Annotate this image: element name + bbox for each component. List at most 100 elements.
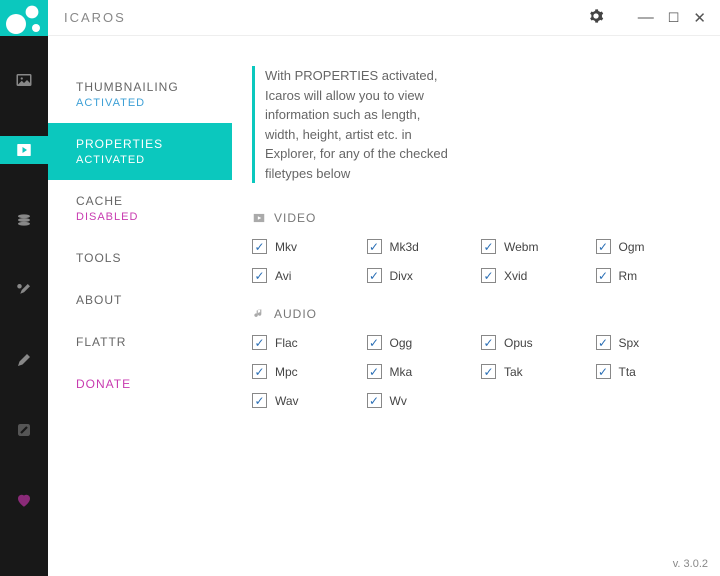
app-title: ICAROS xyxy=(64,10,588,25)
app-logo xyxy=(0,0,48,36)
check-icon: ✓ xyxy=(367,268,382,283)
check-icon: ✓ xyxy=(252,335,267,350)
checkbox-label: Wav xyxy=(275,394,299,408)
video-grid: ✓Mkv✓Mk3d✓Webm✓Ogm✓Avi✓Divx✓Xvid✓Rm xyxy=(252,239,700,283)
checkbox-label: Rm xyxy=(619,269,638,283)
stack-icon xyxy=(15,211,33,229)
description-block: With PROPERTIES activated, Icaros will a… xyxy=(252,66,700,183)
check-icon: ✓ xyxy=(596,364,611,379)
nav-label: THUMBNAILING xyxy=(76,80,179,94)
checkbox-mk3d[interactable]: ✓Mk3d xyxy=(367,239,472,254)
nav-thumbnailing[interactable]: THUMBNAILING ACTIVATED xyxy=(48,66,232,123)
heart-icon xyxy=(15,491,33,509)
main: THUMBNAILING ACTIVATED PROPERTIES ACTIVA… xyxy=(0,36,720,576)
check-icon: ✓ xyxy=(596,239,611,254)
rail-donate[interactable] xyxy=(0,486,48,514)
checkbox-label: Mpc xyxy=(275,365,298,379)
nav-status: ACTIVATED xyxy=(76,154,232,166)
checkbox-mka[interactable]: ✓Mka xyxy=(367,364,472,379)
nav-label: ABOUT xyxy=(76,293,122,307)
audio-grid: ✓ Flac ✓ Ogg ✓Opus ✓ Spx ✓ Mpc ✓Mka ✓Tak ✓ Tta ✓ Wav ✓ W… xyxy=(252,335,700,408)
nav-flattr[interactable]: FLATTR xyxy=(48,321,232,363)
check-icon: ✓ xyxy=(252,364,267,379)
check-icon: ✓ xyxy=(252,393,267,408)
sidebar-nav: THUMBNAILING ACTIVATED PROPERTIES ACTIVA… xyxy=(48,36,232,576)
checkbox-opus[interactable]: ✓Opus xyxy=(481,335,586,350)
checkbox-label: Ogg xyxy=(390,336,413,350)
checkbox-label: Ogm xyxy=(619,240,645,254)
icon-rail xyxy=(0,36,48,576)
play-icon xyxy=(15,141,33,159)
description-text: With PROPERTIES activated, Icaros will a… xyxy=(265,66,455,183)
checkbox-avi[interactable]: ✓ Avi xyxy=(252,268,357,283)
nav-label: DONATE xyxy=(76,377,131,391)
checkbox-label: Divx xyxy=(390,269,413,283)
check-icon: ✓ xyxy=(367,393,382,408)
nav-label: TOOLS xyxy=(76,251,121,265)
close-button[interactable]: ✕ xyxy=(693,9,706,27)
maximize-button[interactable]: ☐ xyxy=(668,10,680,26)
checkbox-ogg[interactable]: ✓ Ogg xyxy=(367,335,472,350)
section-title: AUDIO xyxy=(274,307,317,321)
checkbox-label: Xvid xyxy=(504,269,527,283)
check-icon: ✓ xyxy=(481,268,496,283)
check-icon: ✓ xyxy=(252,239,267,254)
checkbox-wav[interactable]: ✓ Wav xyxy=(252,393,357,408)
nav-donate[interactable]: DONATE xyxy=(48,363,232,405)
rail-cache[interactable] xyxy=(0,206,48,234)
checkbox-tta[interactable]: ✓ Tta xyxy=(596,364,701,379)
nav-cache[interactable]: CACHE DISABLED xyxy=(48,180,232,237)
section-audio-head: AUDIO xyxy=(252,307,700,321)
check-icon: ✓ xyxy=(596,335,611,350)
audio-icon xyxy=(252,307,266,321)
checkbox-label: Wv xyxy=(390,394,407,408)
checkbox-wv[interactable]: ✓ Wv xyxy=(367,393,472,408)
rail-flattr[interactable] xyxy=(0,416,48,444)
tools-icon xyxy=(15,281,33,299)
rail-about[interactable] xyxy=(0,346,48,374)
settings-button[interactable] xyxy=(588,8,604,27)
checkbox-xvid[interactable]: ✓ Xvid xyxy=(481,268,586,283)
section-title: VIDEO xyxy=(274,211,316,225)
checkbox-label: Tta xyxy=(619,365,636,379)
checkbox-flac[interactable]: ✓ Flac xyxy=(252,335,357,350)
checkbox-mpc[interactable]: ✓ Mpc xyxy=(252,364,357,379)
checkbox-label: Avi xyxy=(275,269,291,283)
nav-tools[interactable]: TOOLS xyxy=(48,237,232,279)
section-video-head: VIDEO xyxy=(252,211,700,225)
accent-bar xyxy=(252,66,255,183)
checkbox-ogm[interactable]: ✓ Ogm xyxy=(596,239,701,254)
version-text: v. 3.0.2 xyxy=(673,558,708,570)
rail-thumbnailing[interactable] xyxy=(0,66,48,94)
titlebar: ICAROS — ☐ ✕ xyxy=(0,0,720,36)
checkbox-label: Spx xyxy=(619,336,640,350)
checkbox-label: Opus xyxy=(504,336,533,350)
check-icon: ✓ xyxy=(367,335,382,350)
nav-about[interactable]: ABOUT xyxy=(48,279,232,321)
nav-label: CACHE xyxy=(76,194,123,208)
checkbox-tak[interactable]: ✓Tak xyxy=(481,364,586,379)
flattr-icon xyxy=(15,421,33,439)
image-icon xyxy=(15,71,33,89)
check-icon: ✓ xyxy=(481,239,496,254)
check-icon: ✓ xyxy=(252,268,267,283)
nav-status: DISABLED xyxy=(76,211,232,223)
checkbox-webm[interactable]: ✓ Webm xyxy=(481,239,586,254)
nav-label: PROPERTIES xyxy=(76,137,163,151)
nav-properties[interactable]: PROPERTIES ACTIVATED xyxy=(48,123,232,180)
rail-properties[interactable] xyxy=(0,136,48,164)
checkbox-label: Flac xyxy=(275,336,298,350)
minimize-button[interactable]: — xyxy=(638,9,654,27)
checkbox-mkv[interactable]: ✓ Mkv xyxy=(252,239,357,254)
checkbox-label: Tak xyxy=(504,365,523,379)
check-icon: ✓ xyxy=(367,239,382,254)
rail-tools[interactable] xyxy=(0,276,48,304)
content-pane: With PROPERTIES activated, Icaros will a… xyxy=(232,36,720,576)
checkbox-label: Mkv xyxy=(275,240,297,254)
check-icon: ✓ xyxy=(596,268,611,283)
checkbox-spx[interactable]: ✓ Spx xyxy=(596,335,701,350)
checkbox-divx[interactable]: ✓ Divx xyxy=(367,268,472,283)
pen-icon xyxy=(15,351,33,369)
checkbox-rm[interactable]: ✓ Rm xyxy=(596,268,701,283)
checkbox-label: Webm xyxy=(504,240,538,254)
